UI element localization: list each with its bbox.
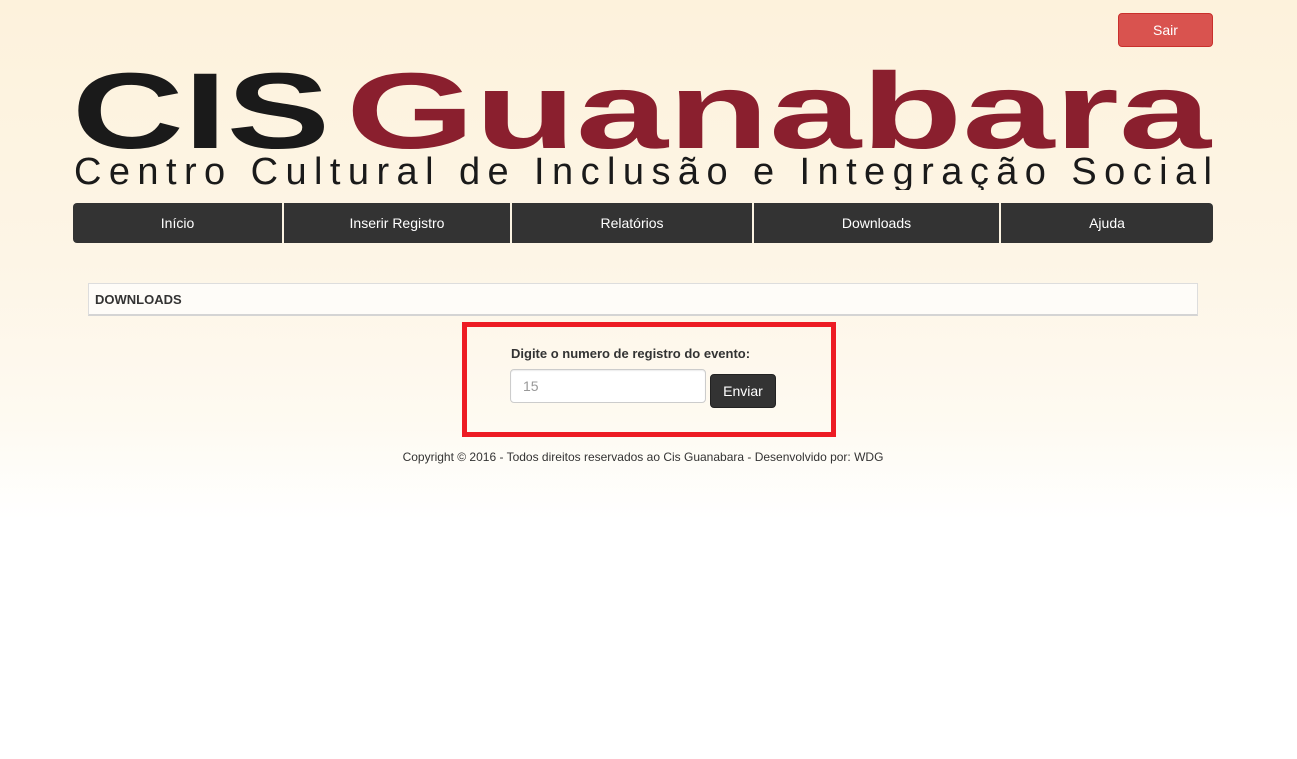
nav-item-inicio[interactable]: Início — [73, 203, 284, 243]
site-logo: CIS Guanabara Centro Cultural de Inclusã… — [72, 60, 1214, 190]
footer-copyright: Copyright © 2016 - Todos direitos reserv… — [402, 450, 884, 464]
nav-item-ajuda[interactable]: Ajuda — [1001, 203, 1213, 243]
nav-item-downloads[interactable]: Downloads — [754, 203, 1001, 243]
registration-number-label: Digite o numero de registro do evento: — [511, 346, 751, 361]
panel-heading: DOWNLOADS — [88, 283, 1198, 316]
nav-item-relatorios[interactable]: Relatórios — [512, 203, 754, 243]
nav-item-inserir-registro[interactable]: Inserir Registro — [284, 203, 512, 243]
registration-number-input[interactable] — [510, 369, 706, 403]
submit-button[interactable]: Enviar — [710, 374, 776, 408]
logout-button[interactable]: Sair — [1118, 13, 1213, 47]
main-navigation: Início Inserir Registro Relatórios Downl… — [73, 203, 1213, 243]
